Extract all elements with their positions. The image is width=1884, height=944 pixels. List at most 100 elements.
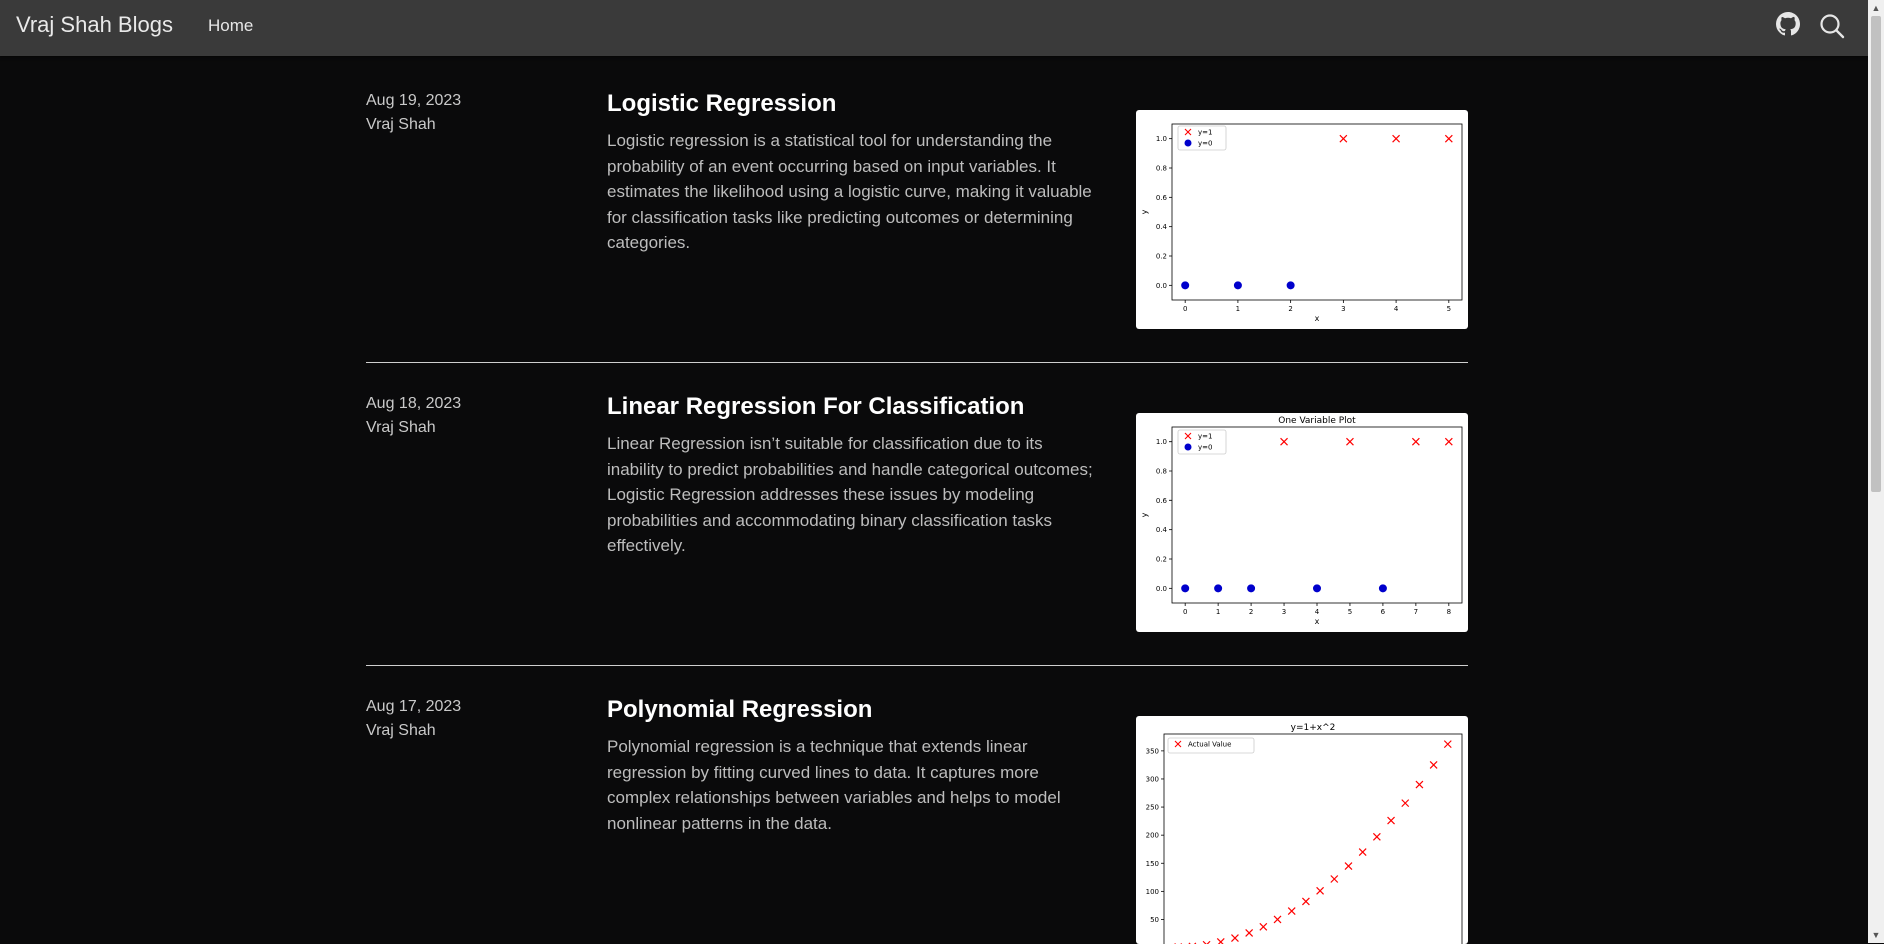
scroll-up-arrow-icon[interactable]: ▲ <box>1868 0 1884 16</box>
y-tick-label: 0.2 <box>1156 556 1167 564</box>
y-tick-label: 150 <box>1146 860 1159 868</box>
y-tick-label: 250 <box>1146 804 1159 812</box>
legend-marker-o <box>1185 140 1192 147</box>
data-point-o <box>1234 281 1242 289</box>
x-tick-label: 5 <box>1348 608 1352 616</box>
data-point-x <box>1393 135 1400 142</box>
data-point-x <box>1373 833 1380 840</box>
data-point-o <box>1379 584 1387 592</box>
x-tick-label: 0 <box>1183 608 1187 616</box>
post-divider <box>366 362 1468 363</box>
post-author: Vraj Shah <box>366 116 436 134</box>
y-tick-label: 0.8 <box>1156 165 1167 173</box>
post-thumbnail[interactable]: One Variable Plot0123456780.00.20.40.60.… <box>1136 413 1468 632</box>
data-point-x <box>1388 817 1395 824</box>
y-tick-label: 0.0 <box>1156 585 1167 593</box>
data-point-o <box>1313 584 1321 592</box>
data-point-x <box>1281 438 1288 445</box>
post-title[interactable]: Polynomial Regression <box>607 696 872 724</box>
post-title[interactable]: Linear Regression For Classification <box>607 393 1024 421</box>
data-point-x <box>1331 876 1338 883</box>
x-tick-label: 1 <box>1236 305 1240 313</box>
data-point-x <box>1345 863 1352 870</box>
github-icon[interactable] <box>1776 12 1800 36</box>
x-tick-label: 2 <box>1288 305 1292 313</box>
data-point-x <box>1302 898 1309 905</box>
chart-logistic: 0123450.00.20.40.60.81.0xyy=1y=0 <box>1136 110 1468 329</box>
post-date: Aug 19, 2023 <box>366 92 461 110</box>
x-tick-label: 1 <box>1216 608 1220 616</box>
chart-legend: Actual Value <box>1168 738 1254 753</box>
data-point-x <box>1444 741 1451 748</box>
y-tick-label: 0.6 <box>1156 194 1168 202</box>
x-axis-label: x <box>1315 314 1320 323</box>
post-title[interactable]: Logistic Regression <box>607 90 836 118</box>
x-tick-label: 0 <box>1183 305 1187 313</box>
x-tick-label: 6 <box>1381 608 1386 616</box>
scroll-down-arrow-icon[interactable]: ▼ <box>1868 927 1884 943</box>
top-navbar: Vraj Shah Blogs Home <box>0 0 1868 56</box>
legend-label: y=0 <box>1198 444 1212 452</box>
y-tick-label: 0.8 <box>1156 468 1167 476</box>
chart-polynomial: y=1+x^250100150200250300350Actual Value <box>1136 716 1468 944</box>
data-point-x <box>1246 929 1253 936</box>
x-tick-label: 8 <box>1447 608 1451 616</box>
x-tick-label: 3 <box>1282 608 1286 616</box>
data-point-o <box>1181 281 1189 289</box>
y-axis-label: y <box>1140 209 1149 214</box>
data-point-x <box>1260 923 1267 930</box>
data-point-x <box>1402 800 1409 807</box>
x-tick-label: 5 <box>1447 305 1451 313</box>
data-point-x <box>1340 135 1347 142</box>
scroll-thumb[interactable] <box>1871 16 1881 492</box>
chart-title: One Variable Plot <box>1278 416 1356 426</box>
chart-title: y=1+x^2 <box>1291 723 1336 733</box>
data-point-x <box>1288 908 1295 915</box>
legend-label: y=1 <box>1198 129 1212 137</box>
data-point-x <box>1317 887 1324 894</box>
legend-label: y=1 <box>1198 433 1212 441</box>
legend-label: y=0 <box>1198 140 1212 148</box>
post-author: Vraj Shah <box>366 722 436 740</box>
post-excerpt: Logistic regression is a statistical too… <box>607 128 1103 256</box>
nav-home-link[interactable]: Home <box>208 16 253 36</box>
search-icon[interactable] <box>1818 12 1846 40</box>
data-point-o <box>1214 584 1222 592</box>
data-point-x <box>1445 135 1452 142</box>
post-date: Aug 18, 2023 <box>366 395 461 413</box>
post-excerpt: Linear Regression isn’t suitable for cla… <box>607 431 1103 559</box>
chart-one-variable: One Variable Plot0123456780.00.20.40.60.… <box>1136 413 1468 632</box>
data-point-x <box>1274 916 1281 923</box>
data-point-x <box>1346 438 1353 445</box>
site-brand[interactable]: Vraj Shah Blogs <box>16 12 173 38</box>
x-tick-label: 3 <box>1341 305 1345 313</box>
x-axis-label: x <box>1315 617 1320 626</box>
data-point-x <box>1430 761 1437 768</box>
x-tick-label: 7 <box>1414 608 1418 616</box>
chart-legend: y=1y=0 <box>1178 126 1226 150</box>
post-thumbnail[interactable]: 0123450.00.20.40.60.81.0xyy=1y=0 <box>1136 110 1468 329</box>
page-scrollbar[interactable]: ▲ ▼ <box>1868 0 1884 943</box>
legend-label: Actual Value <box>1188 741 1231 749</box>
data-point-x <box>1359 849 1366 856</box>
y-tick-label: 350 <box>1146 747 1159 755</box>
post-author: Vraj Shah <box>366 419 436 437</box>
data-point-x <box>1412 438 1419 445</box>
y-tick-label: 100 <box>1146 888 1159 896</box>
post-thumbnail[interactable]: y=1+x^250100150200250300350Actual Value <box>1136 716 1468 944</box>
data-point-o <box>1247 584 1255 592</box>
legend-marker-o <box>1185 444 1192 451</box>
x-tick-label: 2 <box>1249 608 1253 616</box>
chart-legend: y=1y=0 <box>1178 430 1226 454</box>
y-tick-label: 1.0 <box>1156 135 1167 143</box>
y-tick-label: 0.2 <box>1156 253 1167 261</box>
y-tick-label: 0.4 <box>1156 526 1168 534</box>
data-point-x <box>1416 781 1423 788</box>
data-point-x <box>1445 438 1452 445</box>
y-tick-label: 0.6 <box>1156 497 1168 505</box>
data-point-o <box>1181 584 1189 592</box>
y-tick-label: 200 <box>1146 832 1159 840</box>
y-tick-label: 0.0 <box>1156 282 1167 290</box>
y-tick-label: 1.0 <box>1156 438 1167 446</box>
y-axis-label: y <box>1140 512 1149 517</box>
